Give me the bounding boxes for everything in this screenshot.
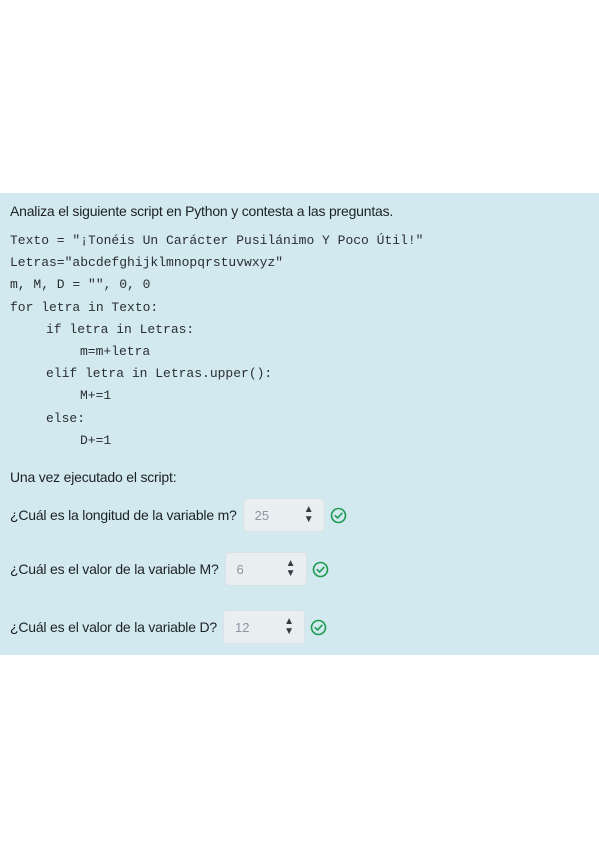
check-circle-icon	[312, 561, 328, 577]
answer-select-M[interactable]: 6 ▲ ▼	[224, 552, 307, 586]
after-run-text: Una vez ejecutado el script:	[10, 469, 177, 485]
check-circle-icon	[310, 619, 327, 635]
question-label-D: ¿Cuál es el valor de la variable D?	[10, 619, 217, 635]
code-line: for letra in Texto:	[10, 299, 159, 315]
code-line: elif letra in Letras.upper():	[46, 366, 273, 382]
code-line: Letras="abcdefghijklmnopqrstuvwxyz"	[10, 255, 284, 271]
code-line: Texto = "¡Tonéis Un Carácter Pusilánimo …	[10, 233, 424, 248]
code-line: m, M, D = "", 0, 0	[10, 277, 151, 293]
sort-arrows-icon: ▲ ▼	[303, 504, 314, 525]
question-label-M: ¿Cuál es el valor de la variable M?	[10, 561, 219, 577]
code-line: M+=1	[80, 388, 112, 404]
code-block: Texto = "¡Tonéis Un Carácter Pusilánimo …	[10, 230, 423, 452]
selected-value: 6	[236, 561, 244, 577]
question-item: ¿Cuál es el valor de la variable M? 6 ▲ ▼	[10, 551, 329, 587]
selected-value: 12	[235, 619, 250, 635]
code-line: m=m+letra	[80, 343, 151, 359]
question-item: ¿Cuál es la longitud de la variable m? 2…	[10, 497, 347, 533]
code-line: D+=1	[80, 432, 112, 448]
sort-arrows-icon: ▲ ▼	[284, 616, 294, 637]
question-label-m: ¿Cuál es la longitud de la variable m?	[10, 507, 237, 523]
code-line: if letra in Letras:	[46, 321, 195, 337]
answer-select-D[interactable]: 12 ▲ ▼	[223, 610, 305, 644]
question-item: ¿Cuál es el valor de la variable D? 12 ▲…	[10, 609, 327, 645]
sort-arrows-icon: ▲ ▼	[285, 558, 296, 579]
check-circle-icon	[330, 507, 346, 523]
question-prompt: Analiza el siguiente script en Python y …	[10, 203, 394, 219]
selected-value: 25	[254, 507, 270, 523]
code-line: else:	[46, 410, 86, 426]
answer-select-m[interactable]: 25 ▲ ▼	[242, 498, 325, 532]
question-panel: Analiza el siguiente script en Python y …	[0, 193, 599, 655]
